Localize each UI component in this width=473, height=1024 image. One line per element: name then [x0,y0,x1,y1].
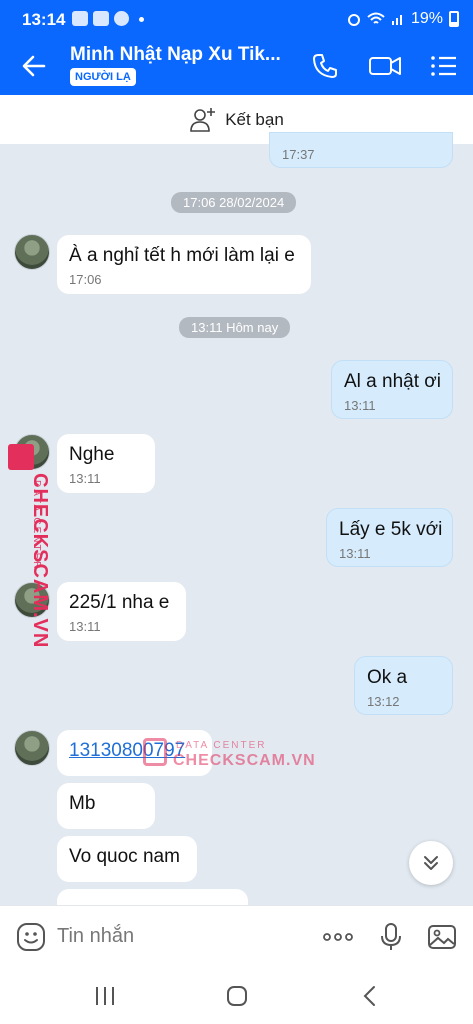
system-navigation-bar [0,967,473,1024]
date-separator: 13:11 Hôm nay [179,317,291,338]
chat-icon [114,11,129,26]
sticker-icon[interactable] [15,921,47,953]
add-friend-label: Kết bạn [225,109,284,129]
chat-header: Minh Nhật Nạp Xu Tik... NGƯỜI LẠ [0,38,473,95]
add-friend-icon [190,107,216,132]
message-text: Vo quoc nam [69,846,180,867]
status-bar: 13:14 19% [0,0,473,38]
message-text: Mb [69,793,96,814]
message-time: 13:11 [69,471,101,486]
message-time: 13:11 [344,398,376,413]
message-outgoing[interactable]: Ok a 13:12 [354,656,453,715]
back-nav-icon[interactable] [357,983,383,1009]
battery-icon [449,11,459,27]
message-incoming[interactable]: À a nghỉ tết h mới làm lại e 17:06 [57,235,311,294]
watermark-tag: DATA CENTER [176,740,267,751]
app-icon [93,11,109,26]
gallery-icon [72,11,88,26]
message-time: 13:11 [339,546,371,561]
message-composer: Tin nhắn [0,905,473,967]
more-dot-icon [139,17,144,22]
more-options-icon[interactable] [321,921,355,953]
message-text: 225/1 nha e [69,592,170,613]
image-icon[interactable] [426,921,458,953]
watermark-tag: DATA CENTER [31,480,42,571]
stranger-badge: NGƯỜI LẠ [70,68,136,86]
status-time: 13:14 [22,10,66,29]
notification-icons [72,11,144,26]
message-incoming[interactable]: Mb [57,783,155,829]
menu-list-icon[interactable] [428,50,460,82]
battery-percent: 19% [410,10,443,27]
avatar[interactable] [14,730,50,766]
home-icon[interactable] [224,983,250,1009]
lock-logo-icon [143,738,167,766]
message-outgoing[interactable]: Lấy e 5k với 13:11 [326,508,453,567]
message-incoming[interactable]: Nghe 13:11 [57,434,155,493]
microphone-icon[interactable] [375,921,407,953]
message-incoming[interactable] [57,889,248,905]
message-outgoing[interactable]: Al a nhật ơi 13:11 [331,360,453,419]
message-text: Ok a [367,667,408,688]
contact-name[interactable]: Minh Nhật Nạp Xu Tik... [70,44,281,66]
double-chevron-down-icon [424,856,438,870]
message-text: À a nghỉ tết h mới làm lại e [69,245,295,266]
watermark-brand: CHECKSCAM.VN [173,752,316,769]
phone-icon[interactable] [309,50,341,82]
message-time: 13:11 [69,619,101,634]
recent-apps-icon[interactable] [92,983,118,1009]
alarm-icon [347,14,360,26]
signal-icon [391,15,402,25]
back-arrow-icon[interactable] [18,50,50,82]
message-input[interactable]: Tin nhắn [57,925,134,948]
date-separator: 17:06 28/02/2024 [171,192,297,213]
message-time: 13:12 [367,694,400,709]
wifi-icon [367,12,385,24]
message-incoming[interactable]: Vo quoc nam [57,836,197,882]
message-outgoing[interactable]: 17:37 [269,132,453,168]
message-text: Nghe [69,444,115,465]
system-icons: 19% [347,10,459,28]
avatar[interactable] [14,234,50,270]
lock-logo-icon [8,444,34,470]
message-incoming[interactable]: 225/1 nha e 13:11 [57,582,186,641]
message-time: 17:37 [282,147,315,162]
message-text: Lấy e 5k với [339,519,443,540]
message-text: Al a nhật ơi [344,371,441,392]
video-call-icon[interactable] [367,50,403,82]
watermark-vertical: CHECKSCAM.VN DATA CENTER [4,440,51,648]
message-time: 17:06 [69,272,102,287]
scroll-to-bottom-button[interactable] [409,841,453,885]
